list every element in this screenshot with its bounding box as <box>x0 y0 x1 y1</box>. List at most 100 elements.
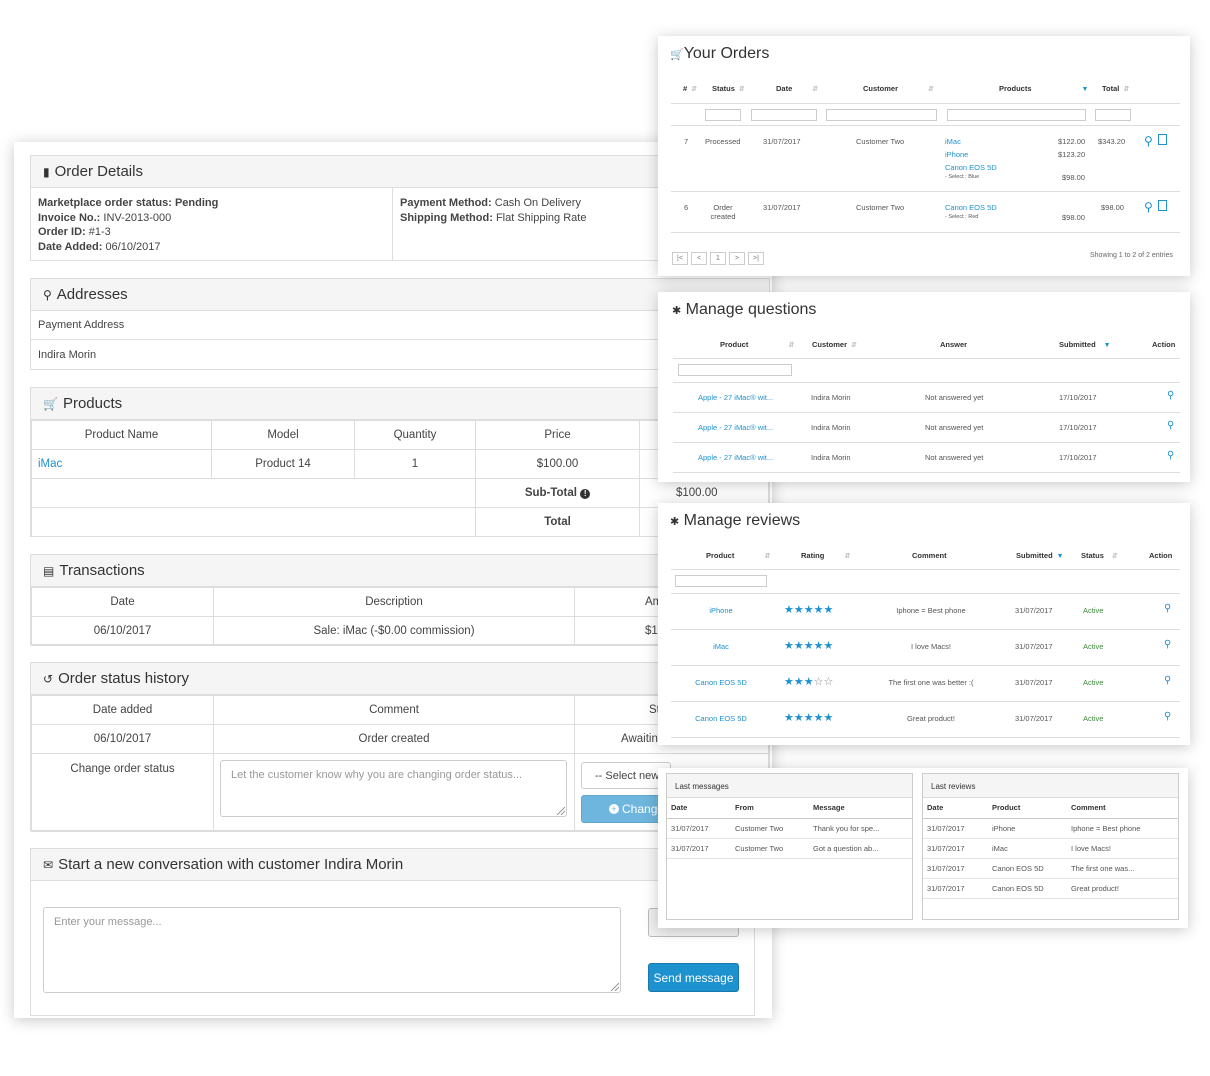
col-customer[interactable]: Customer ⇵ <box>812 340 857 349</box>
order-product-link[interactable]: iPhone <box>945 150 968 159</box>
view-review-icon[interactable]: ⚲ <box>1164 711 1171 722</box>
col-submitted[interactable]: Submitted ▼ <box>1059 340 1111 349</box>
filter-customer[interactable] <box>826 109 937 121</box>
col-id[interactable]: # ⇵ <box>683 84 697 93</box>
view-review-icon[interactable]: ⚲ <box>1164 675 1171 686</box>
shipping-method-label: Shipping Method: <box>400 211 493 224</box>
star-filled-icon: ★ <box>823 604 834 616</box>
message-resize-grip-icon[interactable] <box>611 983 619 991</box>
resize-grip-icon[interactable] <box>557 807 565 815</box>
book-icon: ▮ <box>43 164 50 179</box>
product-link-imac[interactable]: iMac <box>38 458 62 470</box>
order-product-link[interactable]: Canon EOS 5D <box>945 163 997 172</box>
table-row[interactable]: 31/07/2017 iMac I love Macs! <box>923 838 1178 859</box>
col-products[interactable]: Products ▼ <box>999 84 1088 93</box>
col-product[interactable]: Product ⇵ <box>720 340 794 349</box>
cell-date: 31/07/2017 <box>923 878 988 899</box>
pager-next[interactable]: > <box>729 252 745 265</box>
order-product-link[interactable]: Canon EOS 5D <box>945 203 997 212</box>
review-status: Active <box>1083 606 1104 615</box>
rating-stars: ★★★★★ <box>784 603 833 616</box>
table-row[interactable]: 31/07/2017 Customer Two Got a question ab.… <box>667 838 912 859</box>
col-product[interactable]: Product ⇵ <box>706 551 770 560</box>
col-total[interactable]: Total ⇵ <box>1102 84 1129 93</box>
last-reviews-widget: Last reviews Date Product Comment 31/07/… <box>922 773 1179 920</box>
question-date: 17/10/2017 <box>1059 423 1097 432</box>
envelope-icon: ✉ <box>43 857 54 872</box>
col-model: Model <box>211 420 355 450</box>
last-reviews-body: 31/07/2017 iPhone Iphone = Best phone 31/07… <box>923 818 1178 899</box>
review-product-link[interactable]: Canon EOS 5D <box>671 678 771 687</box>
filter-products[interactable] <box>947 109 1086 121</box>
send-message-button[interactable]: Send message <box>648 963 739 992</box>
filter-product[interactable] <box>678 364 792 376</box>
reviews-rows: iPhone ★★★★★ Iphone = Best phone 31/07/2017… <box>671 594 1180 738</box>
view-review-icon[interactable]: ⚲ <box>1164 603 1171 614</box>
table-row: 7 Processed 31/07/2017 Customer Two iMac… <box>671 127 1180 192</box>
info-icon[interactable]: ! <box>580 489 591 499</box>
question-answer: Not answered yet <box>925 423 984 432</box>
cell-model: Product 14 <box>211 449 355 479</box>
table-row[interactable]: 31/07/2017 Canon EOS 5D Great product! <box>923 878 1178 899</box>
date-added-label: Date Added: <box>38 240 103 253</box>
cell-product: Canon EOS 5D <box>988 858 1067 879</box>
view-question-icon[interactable]: ⚲ <box>1167 390 1174 401</box>
message-textarea[interactable]: Enter your message... <box>43 907 621 993</box>
cell-price: $100.00 <box>475 449 640 479</box>
question-product-link[interactable]: Apple - 27 iMac® wit... <box>698 393 773 402</box>
order-product-link[interactable]: iMac <box>945 137 961 146</box>
question-product-link[interactable]: Apple - 27 iMac® wit... <box>698 453 773 462</box>
status-history-title: Order status history <box>58 670 189 687</box>
col-price: Price <box>475 420 640 450</box>
table-row: Apple - 27 iMac® wit... Indira Morin Not a… <box>673 413 1180 443</box>
col-customer[interactable]: Customer ⇵ <box>863 84 934 93</box>
pager-last[interactable]: >| <box>748 252 764 265</box>
invoice-icon[interactable] <box>1158 134 1167 145</box>
review-date: 31/07/2017 <box>1015 678 1053 687</box>
table-row[interactable]: 31/07/2017 iPhone Iphone = Best phone <box>923 818 1178 839</box>
view-review-icon[interactable]: ⚲ <box>1164 639 1171 650</box>
pager-page-1[interactable]: 1 <box>710 252 726 265</box>
col-rating[interactable]: Rating ⇵ <box>801 551 850 560</box>
col-status[interactable]: Status ⇵ <box>1081 551 1118 560</box>
view-question-icon[interactable]: ⚲ <box>1167 420 1174 431</box>
review-status: Active <box>1083 642 1104 651</box>
question-product-link[interactable]: Apple - 27 iMac® wit... <box>698 423 773 432</box>
col-date-added: Date added <box>31 695 214 725</box>
cell-quantity: 1 <box>354 449 476 479</box>
view-question-icon[interactable]: ⚲ <box>1167 450 1174 461</box>
col-submitted[interactable]: Submitted ▼ <box>1016 551 1064 560</box>
table-row[interactable]: 31/07/2017 Canon EOS 5D The first one was.… <box>923 858 1178 879</box>
filter-status[interactable] <box>705 109 741 121</box>
review-product-link[interactable]: iPhone <box>671 606 771 615</box>
pager-first[interactable]: |< <box>672 252 688 265</box>
order-id-label: Order ID: <box>38 226 86 238</box>
invoice-icon[interactable] <box>1158 200 1167 211</box>
dashboard-widgets-card: Last messages Date From Message 31/07/20… <box>658 768 1188 928</box>
pager-prev[interactable]: < <box>691 252 707 265</box>
table-row: Canon EOS 5D ★★★☆☆ The first one was bette… <box>671 666 1180 702</box>
order-product-option: - Select : Red <box>945 214 979 220</box>
filter-date[interactable] <box>751 109 817 121</box>
status-comment-textarea[interactable]: Let the customer know why you are changi… <box>220 760 567 817</box>
order-product-price: $122.00 <box>1058 137 1086 146</box>
filter-product[interactable] <box>675 575 767 587</box>
view-order-icon[interactable]: ⚲ <box>1144 200 1153 214</box>
order-product-price: $98.00 <box>1062 213 1085 222</box>
review-product-link[interactable]: iMac <box>671 642 771 651</box>
subtotal-spacer <box>31 478 476 508</box>
col-status[interactable]: Status ⇵ <box>712 84 745 93</box>
manage-reviews-card: ✱ Manage reviews Product ⇵ Rating ⇵ Commen… <box>658 503 1190 745</box>
change-status-label: Change order status <box>31 753 214 832</box>
manage-questions-card: ✱ Manage questions Product ⇵ Customer ⇵ An… <box>658 292 1190 482</box>
col-message: Message <box>809 798 912 819</box>
filter-total[interactable] <box>1095 109 1131 121</box>
table-row[interactable]: 31/07/2017 Customer Two Thank you for spe.… <box>667 818 912 839</box>
star-filled-icon: ★ <box>813 640 824 652</box>
star-filled-icon: ★ <box>803 640 814 652</box>
cell-from: Customer Two <box>731 818 809 839</box>
review-product-link[interactable]: Canon EOS 5D <box>671 714 771 723</box>
cell-comment: Order created <box>213 724 575 754</box>
view-order-icon[interactable]: ⚲ <box>1144 134 1153 148</box>
col-date[interactable]: Date ⇵ <box>776 84 818 93</box>
